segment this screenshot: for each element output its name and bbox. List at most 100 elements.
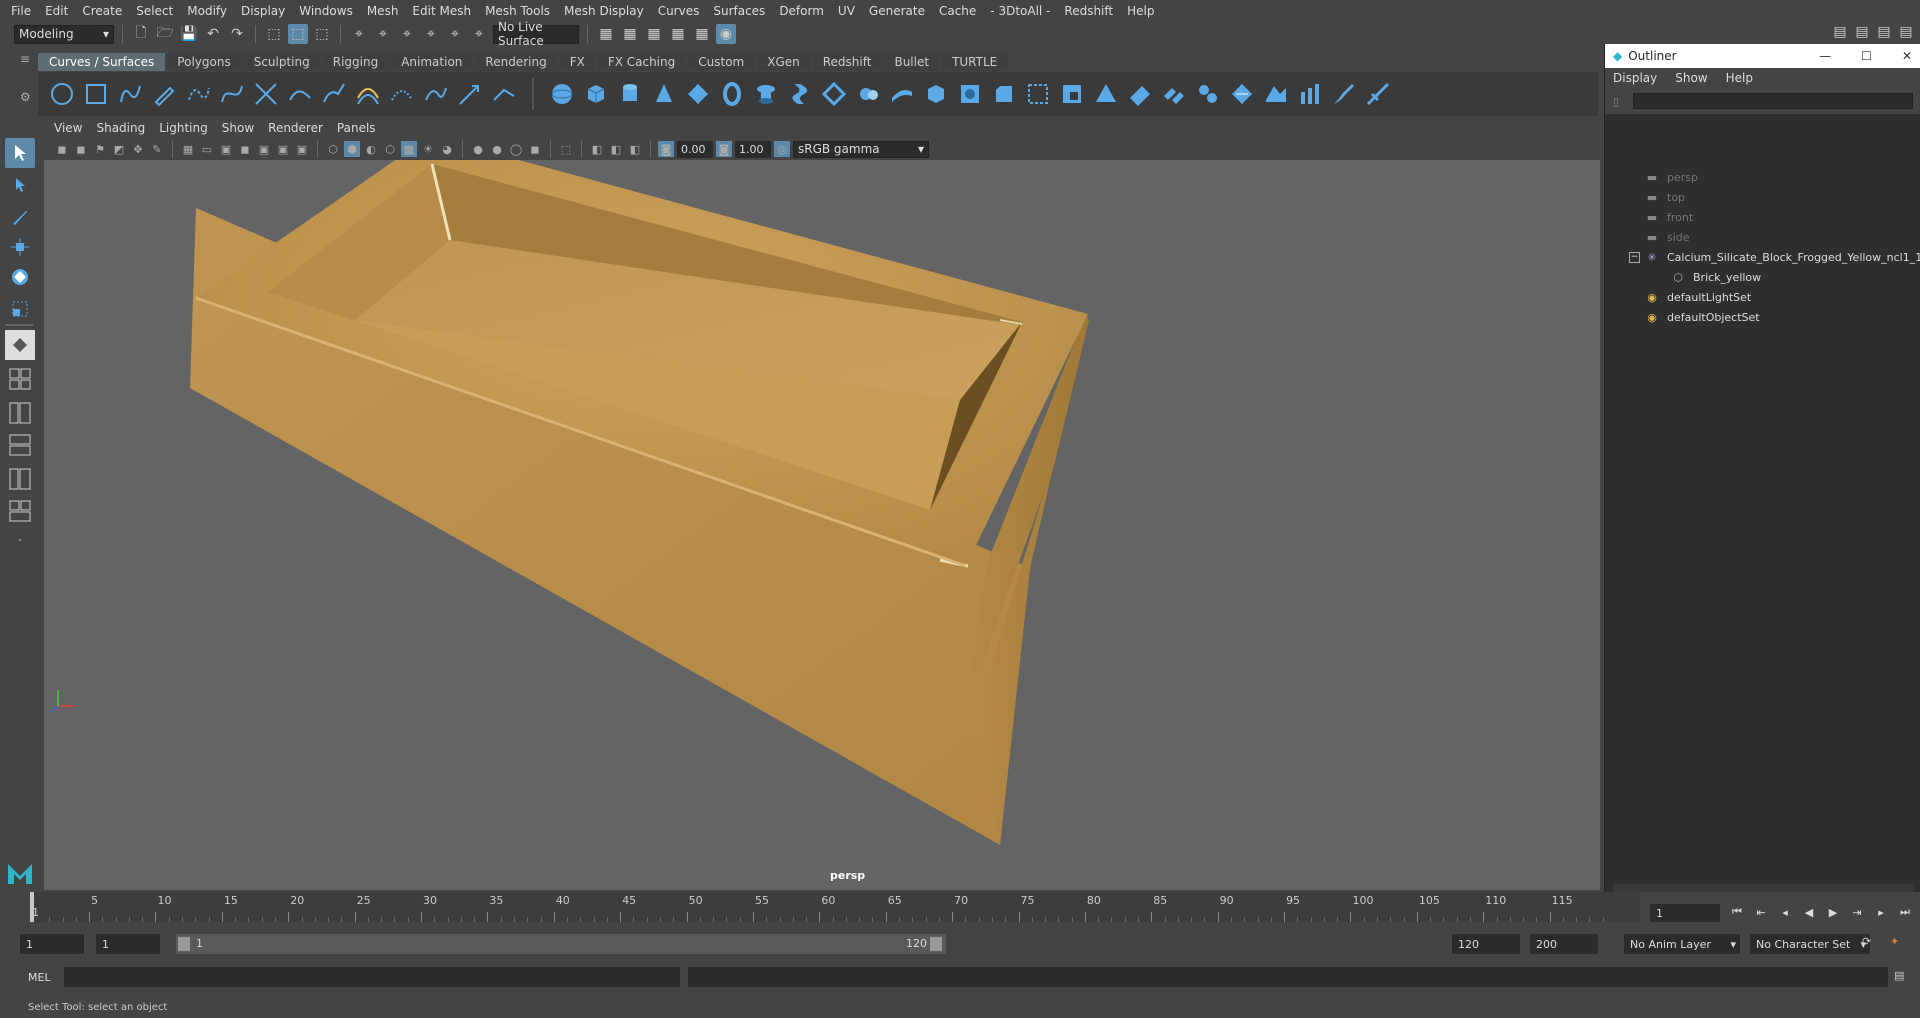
xray-active-icon[interactable]: ◧ [608,141,624,157]
shelf-tab-redshift[interactable]: Redshift [811,53,883,71]
outliner-item[interactable]: ◉ defaultObjectSet [1645,308,1759,326]
menu-3dtoall[interactable]: - 3DtoAll - [983,4,1057,18]
more-layouts-icon[interactable]: - [5,524,35,554]
loft-icon[interactable] [786,80,814,108]
panel-menu-renderer[interactable]: Renderer [268,121,333,135]
step-back-frame-icon[interactable]: ◂ [1776,903,1794,921]
menu-select[interactable]: Select [129,4,180,18]
exposure-field[interactable]: 0.00 [677,140,713,158]
xray-icon[interactable]: ◧ [589,141,605,157]
render-settings-icon[interactable]: ▦ [596,24,616,44]
menu-display[interactable]: Display [234,4,292,18]
move-tool-icon[interactable] [5,232,35,262]
menu-mesh[interactable]: Mesh [360,4,406,18]
command-language-label[interactable]: MEL [28,971,51,984]
script-editor-icon[interactable]: ▤ [1894,969,1904,982]
stitch-icon[interactable] [1228,80,1256,108]
render-frame-icon[interactable]: ▦ [620,24,640,44]
shelf-tab-rigging[interactable]: Rigging [321,53,390,71]
menu-uv[interactable]: UV [831,4,862,18]
rotate-tool-icon[interactable] [5,262,35,292]
persp-graph-layout-icon[interactable] [5,430,35,460]
maximize-icon[interactable]: ☐ [1861,49,1872,63]
edit-curve-tool-icon[interactable] [490,80,518,108]
animation-start-field[interactable]: 1 [20,934,84,954]
select-tool-icon[interactable] [5,138,35,168]
menu-redshift[interactable]: Redshift [1057,4,1120,18]
anim-layer-dropdown[interactable]: No Anim Layer ▾ [1624,934,1740,954]
shelf-tab-fx-caching[interactable]: FX Caching [596,53,687,71]
step-forward-key-icon[interactable]: ⇥ [1848,903,1866,921]
redshift-render-icon[interactable]: ◉ [716,24,736,44]
outliner-item[interactable]: ▬ persp [1645,168,1698,186]
safe-action-icon[interactable]: ▣ [275,141,291,157]
wireframe-on-shaded-icon[interactable]: ⬡ [382,141,398,157]
wireframe-icon[interactable]: ⬡ [325,141,341,157]
nurbs-cone-icon[interactable] [650,80,678,108]
camera-attributes-icon[interactable]: ◼ [73,141,89,157]
menu-cache[interactable]: Cache [932,4,983,18]
outliner-item[interactable]: ▬ side [1645,228,1690,246]
gamma-icon[interactable]: ◙ [716,141,732,157]
menu-curves[interactable]: Curves [651,4,707,18]
menu-edit[interactable]: Edit [38,4,75,18]
extrude-icon[interactable] [854,80,882,108]
live-surface-field[interactable]: No Live Surface [493,20,579,48]
panel-menu-show[interactable]: Show [222,121,264,135]
menu-generate[interactable]: Generate [862,4,932,18]
playback-start-field[interactable]: 1 [96,934,160,954]
menu-mesh-tools[interactable]: Mesh Tools [478,4,557,18]
image-plane-icon[interactable]: ◩ [111,141,127,157]
offset-curve-icon[interactable] [354,80,382,108]
textured-icon[interactable]: ▩ [401,141,417,157]
lasso-tool-icon[interactable] [5,170,35,200]
two-d-pan-zoom-icon[interactable]: ✥ [130,141,146,157]
shadows-icon[interactable]: ◕ [439,141,455,157]
workspace-dropdown[interactable]: Modeling ▾ [14,24,114,44]
menu-file[interactable]: File [4,4,38,18]
open-scene-icon[interactable]: 🗁 [155,24,175,44]
motion-blur-icon[interactable]: ● [489,141,505,157]
sculpt-geometry-icon[interactable] [1194,80,1222,108]
collapse-toggle-icon[interactable]: − [1629,252,1640,263]
outliner-item[interactable]: ▬ top [1645,188,1685,206]
planar-icon[interactable] [820,80,848,108]
revolve-icon[interactable] [752,80,780,108]
brick-mesh[interactable] [190,160,1089,845]
outliner-search-input[interactable] [1633,93,1914,109]
perspective-viewport[interactable] [44,160,1600,890]
persp-outliner-layout-icon[interactable] [5,398,35,428]
select-hierarchy-icon[interactable]: ⬚ [264,24,284,44]
live-surface-icon[interactable]: ⌖ [469,24,489,44]
square-surface-icon[interactable] [956,80,984,108]
close-icon[interactable]: ✕ [1902,49,1912,63]
shelf-tab-fx[interactable]: FX [558,53,596,71]
nurbs-plane-icon[interactable] [684,80,712,108]
panel-menu-panels[interactable]: Panels [337,121,386,135]
use-all-lights-icon[interactable]: ☀ [420,141,436,157]
depth-of-field-icon[interactable]: ◼ [527,141,543,157]
field-chart-icon[interactable]: ▣ [256,141,272,157]
nurbs-circle-icon[interactable] [48,80,76,108]
project-curve-icon[interactable] [1126,80,1154,108]
sculpt-brush-icon[interactable] [1364,80,1392,108]
panel-menu-lighting[interactable]: Lighting [159,121,218,135]
go-to-start-icon[interactable]: ⏮ [1728,903,1746,921]
time-slider-ticks[interactable]: 1 5 10 15 20 25 30 35 40 45 50 55 60 65 70 75 80 85 90 95 1… [30,892,1640,922]
gamma-field[interactable]: 1.00 [735,140,771,158]
bezier-curve-icon[interactable] [218,80,246,108]
menu-help[interactable]: Help [1120,4,1161,18]
minimize-icon[interactable]: — [1819,49,1831,63]
paint-effects-icon[interactable] [1330,80,1358,108]
channel-box-icon[interactable]: ▤ [1896,22,1916,42]
camera-select-icon[interactable]: ◼ [54,141,70,157]
trim-tool-icon[interactable] [1024,80,1052,108]
menu-modify[interactable]: Modify [180,4,234,18]
nurbs-square-icon[interactable] [82,80,110,108]
cv-curve-icon[interactable] [116,80,144,108]
outliner-menu-display[interactable]: Display [1613,71,1657,85]
nurbs-cylinder-icon[interactable] [616,80,644,108]
scale-tool-icon[interactable] [5,294,35,324]
undo-icon[interactable]: ↶ [203,24,223,44]
shelf-tab-custom[interactable]: Custom [687,53,756,71]
